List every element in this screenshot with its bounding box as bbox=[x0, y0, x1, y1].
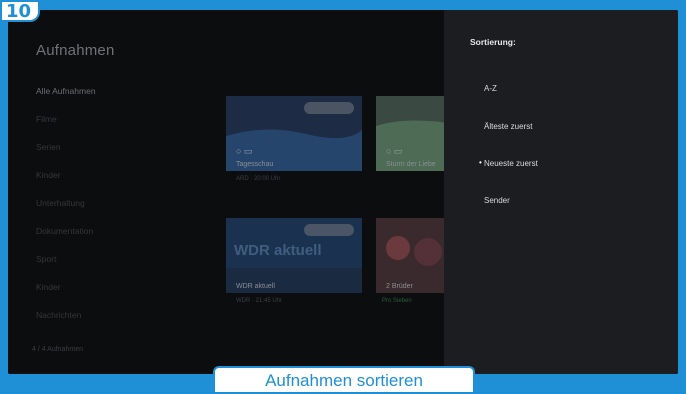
category-item-all[interactable]: Alle Aufnahmen bbox=[36, 86, 96, 114]
recording-title: Tagesschau bbox=[236, 161, 274, 168]
recordings-count-label: 4 / 4 Aufnahmen bbox=[32, 346, 83, 353]
category-item[interactable]: Nachrichten bbox=[36, 310, 96, 338]
recording-title: WDR aktuell bbox=[236, 283, 275, 290]
sort-option-oldest[interactable]: Älteste zuerst bbox=[484, 122, 532, 131]
tutorial-frame: Aufnahmen Alle Aufnahmen Filme Serien Ki… bbox=[0, 0, 686, 392]
category-item[interactable]: Filme bbox=[36, 114, 96, 142]
recording-title: 2 Brüder bbox=[386, 283, 413, 290]
category-item[interactable]: Unterhaltung bbox=[36, 198, 96, 226]
step-badge: 10 bbox=[0, 0, 40, 22]
category-item[interactable]: Kinder bbox=[36, 170, 96, 198]
recording-tile[interactable]: WDR aktuell WDR aktuell bbox=[226, 218, 362, 293]
category-item[interactable]: Dokumentation bbox=[36, 226, 96, 254]
recording-meta: Pro Sieben bbox=[382, 298, 412, 304]
recording-badge bbox=[304, 102, 354, 114]
recording-tile[interactable]: ○ ▭ Tagesschau bbox=[226, 96, 362, 171]
sort-panel: Sortierung: A-Z Älteste zuerst Neueste z… bbox=[444, 10, 678, 374]
play-icon: ○ ▭ bbox=[386, 146, 403, 156]
sort-option-newest[interactable]: Neueste zuerst bbox=[479, 158, 538, 168]
recordings-count: 4 / 4 Aufnahmen bbox=[32, 346, 83, 353]
step-caption: Aufnahmen sortieren bbox=[213, 366, 475, 392]
play-icon: ○ ▭ bbox=[236, 146, 253, 156]
category-item[interactable]: Serien bbox=[36, 142, 96, 170]
step-number: 10 bbox=[6, 1, 32, 22]
recording-title: Sturm der Liebe bbox=[386, 161, 436, 168]
channel-logo-text: WDR aktuell bbox=[234, 242, 322, 259]
sort-option-channel[interactable]: Sender bbox=[484, 196, 510, 205]
page-title: Aufnahmen bbox=[36, 42, 115, 59]
sort-heading: Sortierung: bbox=[470, 37, 516, 47]
recordings-overview: Aufnahmen Alle Aufnahmen Filme Serien Ki… bbox=[8, 10, 456, 374]
recording-badge bbox=[304, 224, 354, 236]
recording-meta: WDR · 21:45 Uhr bbox=[236, 298, 283, 304]
step-caption-text: Aufnahmen sortieren bbox=[265, 371, 423, 390]
tv-screen: Aufnahmen Alle Aufnahmen Filme Serien Ki… bbox=[8, 10, 678, 374]
category-item[interactable]: Sport bbox=[36, 254, 96, 282]
category-item[interactable]: Kinder bbox=[36, 282, 96, 310]
sort-option-a-z[interactable]: A-Z bbox=[484, 84, 497, 93]
category-list: Alle Aufnahmen Filme Serien Kinder Unter… bbox=[36, 86, 96, 338]
recording-meta: ARD · 20:00 Uhr bbox=[236, 176, 281, 182]
